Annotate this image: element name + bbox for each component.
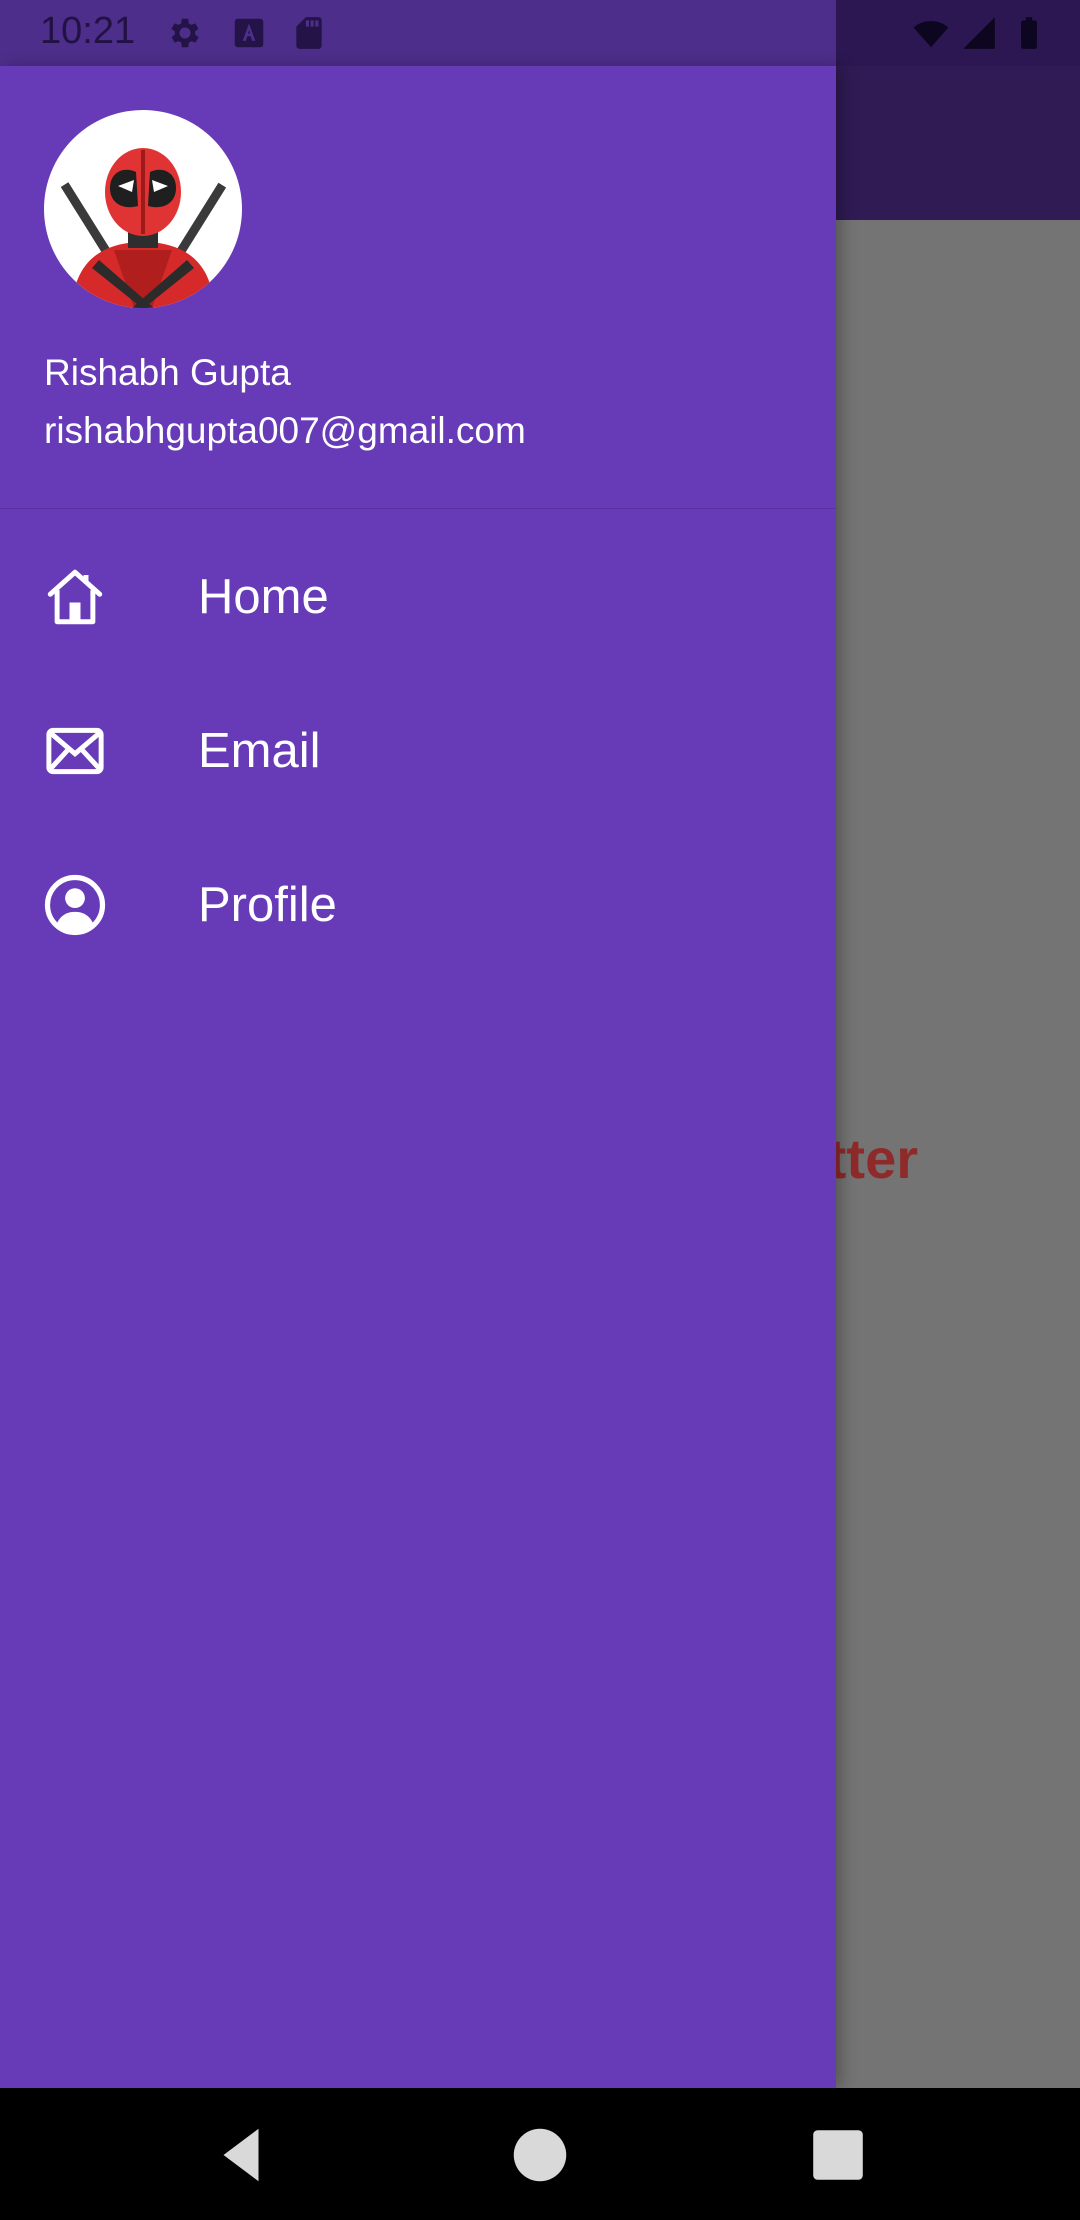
- wifi-icon: [913, 21, 949, 48]
- user-email: rishabhgupta007@gmail.com: [44, 410, 526, 451]
- home-icon: [47, 569, 103, 625]
- mail-icon: [46, 727, 104, 775]
- menu-item-label: Profile: [198, 878, 337, 932]
- navigation-drawer: Rishabh Gupta rishabhgupta007@gmail.com …: [0, 66, 836, 2088]
- status-bar: 10:21: [0, 0, 1080, 66]
- signal-icon: [963, 17, 995, 49]
- sd-card-icon: [296, 17, 322, 49]
- system-nav-bar: [0, 2088, 1080, 2220]
- battery-icon: [1021, 17, 1037, 49]
- menu-item-email[interactable]: Email: [0, 674, 836, 828]
- status-time: 10:21: [40, 10, 136, 52]
- back-icon[interactable]: [206, 2120, 276, 2190]
- menu-item-home[interactable]: Home: [0, 520, 836, 674]
- deadpool-avatar-icon: [60, 148, 227, 308]
- drawer-menu: Home Email Profile: [0, 520, 836, 982]
- menu-item-label: Email: [198, 724, 321, 778]
- recents-icon[interactable]: [803, 2120, 873, 2190]
- settings-icon: [171, 18, 199, 48]
- menu-item-label: Home: [198, 570, 329, 624]
- drawer-header: Rishabh Gupta rishabhgupta007@gmail.com: [0, 66, 836, 509]
- user-name: Rishabh Gupta: [44, 352, 291, 393]
- font-a-icon: [234, 18, 264, 48]
- account-circle-icon: [44, 874, 106, 936]
- avatar[interactable]: [44, 110, 242, 308]
- menu-item-profile[interactable]: Profile: [0, 828, 836, 982]
- home-circle-icon[interactable]: [505, 2120, 575, 2190]
- content-heading: tter: [827, 1127, 918, 1190]
